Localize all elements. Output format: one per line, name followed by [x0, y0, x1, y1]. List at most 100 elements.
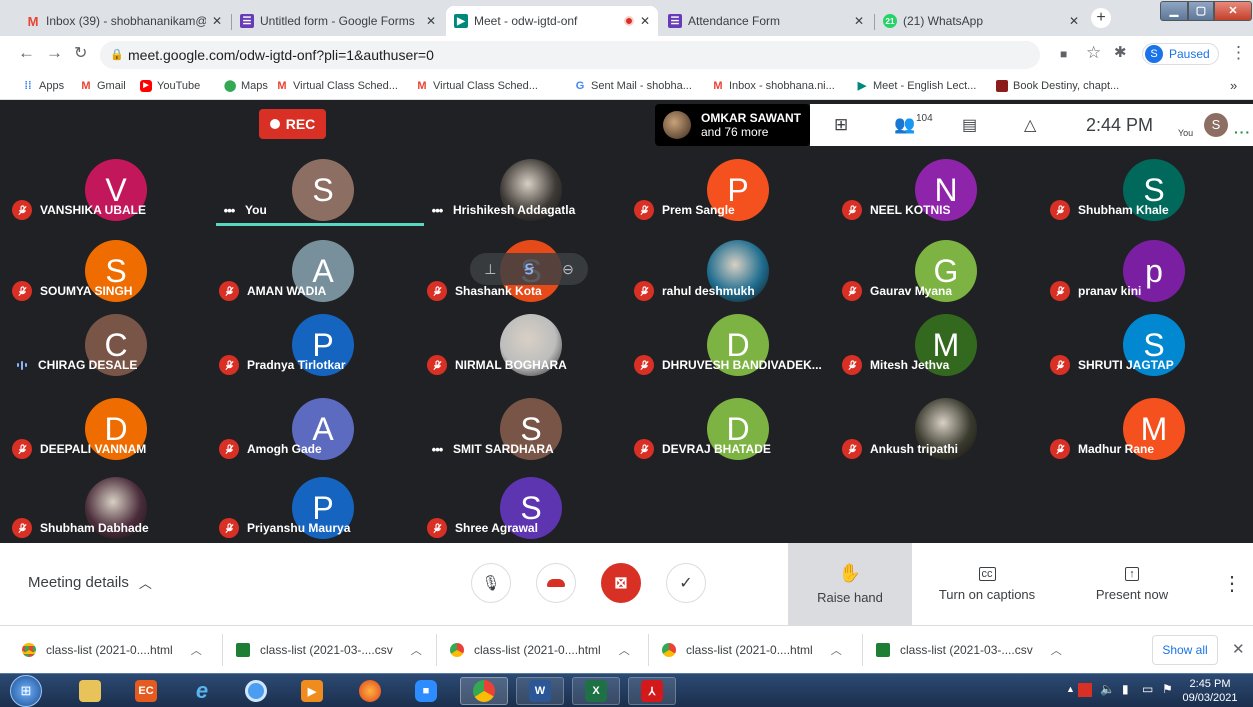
taskbar-acrobat[interactable]: ⅄ — [628, 677, 676, 705]
extensions-puzzle-icon[interactable]: ✱ — [1114, 43, 1127, 61]
captions-button[interactable]: cc Turn on captions — [922, 543, 1052, 625]
chevron-up-icon[interactable]: ︿ — [191, 642, 202, 658]
mute-participant-icon[interactable]: Ꞩ — [525, 261, 534, 278]
close-tab-icon[interactable]: ✕ — [1069, 14, 1079, 28]
bookmark-meet-english[interactable]: ▶ Meet - English Lect... — [856, 80, 977, 92]
participant-tile[interactable]: S SHRUTI JAGTAP — [1050, 314, 1253, 398]
close-tab-icon[interactable]: ✕ — [212, 14, 222, 28]
taskbar-ec[interactable]: EC — [122, 677, 170, 705]
bookmark-inbox[interactable]: M Inbox - shobhana.ni... — [712, 80, 834, 92]
download-item[interactable]: class-list (2021-0....html ︿ — [22, 626, 202, 674]
participants-icon[interactable]: 👥 — [894, 115, 915, 135]
participant-tile[interactable]: ••• Hrishikesh Addagatla — [427, 159, 633, 243]
participant-tile[interactable]: M Mitesh Jethva — [842, 314, 1048, 398]
tab-gmail-inbox[interactable]: M Inbox (39) - shobhananikam@a ✕ — [18, 6, 230, 36]
chevron-up-icon[interactable]: ︿ — [411, 642, 422, 658]
new-tab-button[interactable]: + — [1091, 8, 1111, 28]
back-arrow-icon[interactable]: ← — [18, 43, 35, 63]
participant-tile[interactable]: S ••• SMIT SARDHARA — [427, 398, 633, 482]
close-tab-icon[interactable]: ✕ — [426, 14, 436, 28]
tray-expand-icon[interactable]: ▲ — [1066, 684, 1075, 694]
present-now-button[interactable]: ↑ Present now — [1070, 543, 1194, 625]
close-tab-icon[interactable]: ✕ — [854, 14, 864, 28]
tab-whatsapp[interactable]: 21 (21) WhatsApp ✕ — [875, 6, 1087, 36]
participant-tile[interactable]: A Amogh Gade — [219, 398, 425, 482]
participant-tile[interactable]: A AMAN WADIA — [219, 240, 425, 324]
reload-icon[interactable]: ↻ — [74, 43, 87, 63]
battery-icon[interactable]: ▮ — [1122, 682, 1129, 696]
download-item[interactable]: class-list (2021-0....html ︿ — [450, 626, 630, 674]
bookmark-apps[interactable]: ⁞⁞ Apps — [22, 80, 64, 92]
participant-tile[interactable]: rahul deshmukh — [634, 240, 840, 324]
chevron-up-icon[interactable]: ︿ — [619, 642, 630, 658]
bookmark-sent-mail[interactable]: G Sent Mail - shobha... — [574, 80, 692, 92]
more-actions-icon[interactable]: ⋮ — [1222, 571, 1242, 596]
participant-tile[interactable]: D DHRUVESH BANDIVADEK... — [634, 314, 840, 398]
tab-google-forms[interactable]: ☰ Untitled form - Google Forms ✕ — [232, 6, 444, 36]
download-item[interactable]: class-list (2021-03-....csv ︿ — [876, 626, 1062, 674]
bookmark-virtual-class-1[interactable]: M Virtual Class Sched... — [276, 80, 398, 92]
minimize-window-button[interactable]: ▁ — [1160, 1, 1188, 21]
taskbar-firefox[interactable] — [346, 677, 394, 705]
taskbar-excel[interactable]: X — [572, 677, 620, 705]
bookmark-book-destiny[interactable]: Book Destiny, chapt... — [996, 80, 1119, 92]
taskbar-media[interactable]: ▶ — [288, 677, 336, 705]
layout-grid-icon[interactable]: ⊞ — [834, 115, 848, 135]
microphone-button[interactable]: 🎙 — [471, 563, 511, 603]
chevron-up-icon[interactable]: ︿ — [831, 642, 842, 658]
bookmark-youtube[interactable]: ▶ YouTube — [140, 80, 200, 92]
meeting-details-button[interactable]: Meeting details ︿ — [28, 573, 152, 592]
chat-icon[interactable]: ▤ — [962, 115, 977, 135]
bookmarks-overflow-button[interactable]: » — [1230, 78, 1237, 93]
tab-attendance-form[interactable]: ☰ Attendance Form ✕ — [660, 6, 872, 36]
presenter-chip[interactable]: OMKAR SAWANT and 76 more — [655, 104, 810, 146]
close-tab-icon[interactable]: ✕ — [640, 14, 650, 28]
download-item[interactable]: class-list (2021-0....html ︿ — [662, 626, 842, 674]
participant-tile[interactable]: p pranav kini — [1050, 240, 1253, 324]
action-center-flag-icon[interactable]: ⚑ — [1162, 682, 1173, 696]
camera-in-use-icon[interactable]: ■ — [1060, 47, 1067, 61]
participant-tile[interactable]: G Gaurav Myana — [842, 240, 1048, 324]
taskbar-ie[interactable]: e — [178, 677, 226, 705]
camera-button[interactable]: ⊠ — [601, 563, 641, 603]
raise-hand-button[interactable]: ✋ Raise hand — [788, 543, 912, 625]
taskbar-explorer[interactable] — [66, 677, 114, 705]
address-bar[interactable]: 🔒 meet.google.com/odw-igtd-onf?pli=1&aut… — [100, 41, 1040, 69]
activity-check-button[interactable]: ✓ — [666, 563, 706, 603]
bookmark-virtual-class-2[interactable]: M Virtual Class Sched... — [416, 80, 538, 92]
participant-tile[interactable]: C CHIRAG DESALE — [12, 314, 218, 398]
tray-app-icon[interactable] — [1078, 683, 1092, 697]
taskbar-zoom[interactable]: ■ — [402, 677, 450, 705]
participant-tile[interactable]: D DEVRAJ BHATADE — [634, 398, 840, 482]
forward-arrow-icon[interactable]: → — [46, 43, 63, 63]
participant-tile[interactable]: P Pradnya Tirlotkar — [219, 314, 425, 398]
participant-tile[interactable]: S SOUMYA SINGH — [12, 240, 218, 324]
participant-tile[interactable]: M Madhur Rane — [1050, 398, 1253, 482]
taskbar-app-circle[interactable] — [232, 677, 280, 705]
download-item[interactable]: class-list (2021-03-....csv ︿ — [236, 626, 422, 674]
maximize-window-button[interactable]: ▢ — [1188, 1, 1214, 21]
remove-participant-icon[interactable]: ⊖ — [562, 261, 574, 278]
taskbar-chrome[interactable] — [460, 677, 508, 705]
participant-tile[interactable]: P Prem Sangle — [634, 159, 840, 243]
participant-tile[interactable]: Ankush tripathi — [842, 398, 1048, 482]
participant-tile[interactable]: N NEEL KOTNIS — [842, 159, 1048, 243]
volume-icon[interactable]: 🔈 — [1100, 682, 1115, 696]
leave-call-button[interactable] — [536, 563, 576, 603]
bookmark-star-icon[interactable]: ☆ — [1086, 43, 1101, 63]
close-downloads-icon[interactable]: ✕ — [1232, 640, 1245, 658]
taskbar-word[interactable]: W — [516, 677, 564, 705]
bookmark-gmail[interactable]: M Gmail — [80, 80, 125, 92]
start-button[interactable]: ⊞ — [10, 675, 42, 707]
chevron-up-icon[interactable]: ︿ — [1051, 642, 1062, 658]
pin-icon[interactable]: ⊥ — [484, 261, 496, 278]
participant-tile[interactable]: NIRMAL BOGHARA — [427, 314, 633, 398]
network-icon[interactable]: ▭ — [1142, 682, 1153, 696]
participant-tile[interactable]: S Shubham Khale — [1050, 159, 1253, 243]
participant-tile[interactable]: V VANSHIKA UBALE — [12, 159, 218, 243]
profile-button[interactable]: S Paused — [1142, 43, 1219, 65]
participant-tile[interactable]: D DEEPALI VANNAM — [12, 398, 218, 482]
tab-meet[interactable]: ▶ Meet - odw-igtd-onf ✕ — [446, 6, 658, 36]
activities-icon[interactable]: △ — [1024, 115, 1036, 135]
more-options-icon[interactable]: ··· — [1234, 124, 1251, 140]
